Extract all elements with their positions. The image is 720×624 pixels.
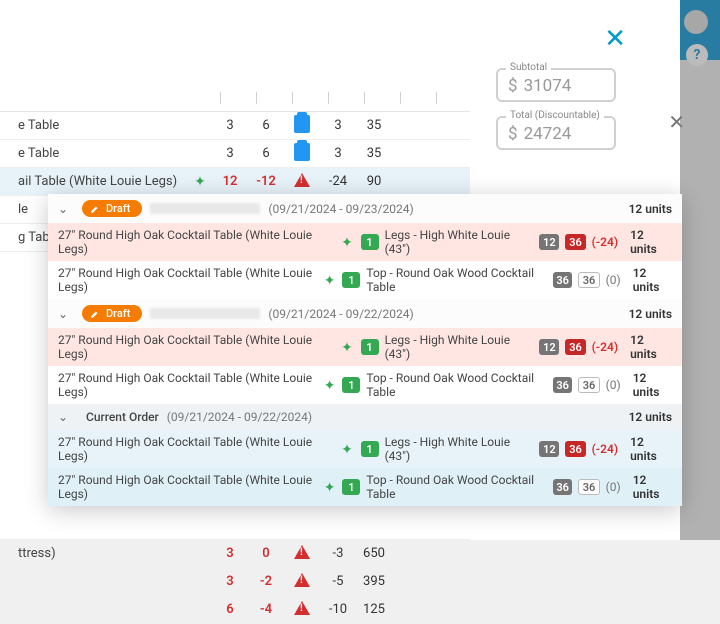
order-header[interactable]: ⌄ Draft (09/21/2024 - 09/23/2024) 12 uni… (48, 194, 682, 223)
clipboard-icon (284, 143, 320, 165)
table-row[interactable]: e Table36335 (0, 112, 470, 140)
table-row[interactable]: 6-4-10125 (0, 596, 470, 624)
product-name: e Table (0, 118, 188, 133)
order-header[interactable]: ⌄ Draft (09/21/2024 - 09/22/2024) 12 uni… (48, 299, 682, 328)
line-item[interactable]: 27" Round High Oak Cocktail Table (White… (48, 366, 682, 404)
table-row[interactable]: ttress)30-3650 (0, 540, 470, 568)
warning-icon (284, 573, 320, 591)
chevron-down-icon[interactable]: ⌄ (58, 410, 74, 424)
current-order-header[interactable]: ⌄ Current Order (09/21/2024 - 09/22/2024… (48, 404, 682, 430)
line-item[interactable]: 27" Round High Oak Cocktail Table (White… (48, 430, 682, 468)
clipboard-icon (284, 115, 320, 137)
draft-badge[interactable]: Draft (82, 200, 142, 217)
subtotal-label: Subtotal (506, 62, 551, 73)
line-item[interactable]: 27" Round High Oak Cocktail Table (White… (48, 468, 682, 506)
table-row[interactable] (0, 512, 470, 540)
line-item[interactable]: 27" Round High Oak Cocktail Table (White… (48, 261, 682, 299)
line-item[interactable]: 27" Round High Oak Cocktail Table (White… (48, 223, 682, 261)
kit-icon (324, 273, 337, 287)
redacted-name (150, 203, 260, 214)
product-name: e Table (0, 146, 188, 161)
kit-icon (341, 235, 355, 249)
chevron-down-icon[interactable]: ⌄ (58, 307, 74, 321)
warning-icon (284, 601, 320, 619)
warning-icon (284, 545, 320, 563)
product-name: ail Table (White Louie Legs) (0, 174, 188, 189)
availability-popover: ⌄ Draft (09/21/2024 - 09/23/2024) 12 uni… (48, 194, 682, 506)
total-discountable-field: Total (Discountable) $24724 (496, 116, 616, 150)
kit-icon (324, 378, 337, 392)
grid-header (0, 90, 470, 112)
qty-badge: 1 (361, 234, 379, 250)
close-icon[interactable]: ✕ (604, 24, 626, 54)
kit-icon (341, 442, 355, 456)
order-units: 12 units (629, 202, 672, 216)
shortage: (-24) (592, 235, 619, 249)
line-item[interactable]: 27" Round High Oak Cocktail Table (White… (48, 328, 682, 366)
subtotal-field: Subtotal $31074 (496, 68, 616, 102)
table-row[interactable]: e Table36335 (0, 140, 470, 168)
table-row[interactable]: 3-2-5395 (0, 568, 470, 596)
chevron-down-icon[interactable]: ⌄ (58, 202, 74, 216)
total-label: Total (Discountable) (506, 110, 604, 121)
product-name: ttress) (0, 546, 188, 561)
draft-badge[interactable]: Draft (82, 305, 142, 322)
kit-icon (324, 480, 337, 494)
warning-icon (284, 173, 320, 191)
kit-icon: ✦ (188, 174, 212, 190)
date-range: (09/21/2024 - 09/23/2024) (268, 202, 413, 216)
panel-close-icon[interactable]: ✕ (668, 110, 685, 134)
table-row[interactable]: ail Table (White Louie Legs)✦12-12-2490 (0, 168, 470, 196)
redacted-name (150, 308, 260, 319)
kit-icon (341, 340, 355, 354)
